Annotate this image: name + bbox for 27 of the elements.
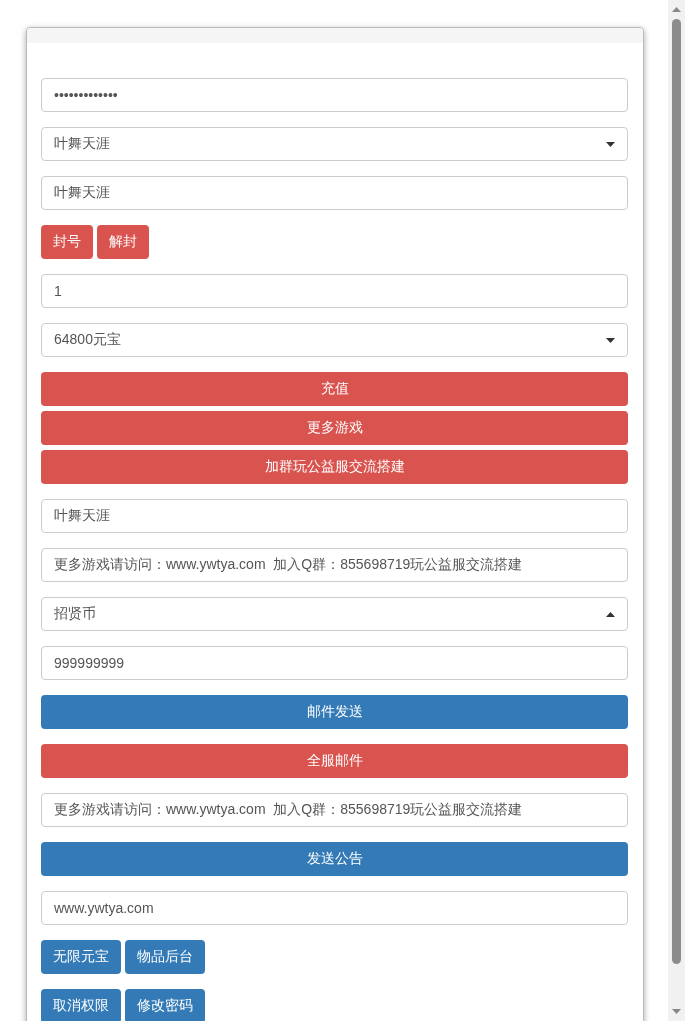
action-button[interactable]: 邮件发送 <box>41 695 628 729</box>
scroll-up-icon[interactable] <box>672 7 681 12</box>
action-button[interactable]: 修改密码 <box>125 989 205 1021</box>
select-field[interactable]: 叶舞天涯 <box>41 127 628 161</box>
action-button[interactable]: 充值 <box>41 372 628 406</box>
action-button[interactable]: 取消权限 <box>41 989 121 1021</box>
input-field[interactable]: 999999999 <box>41 646 628 680</box>
scroll-down-icon[interactable] <box>672 1009 681 1014</box>
action-button[interactable]: 全服邮件 <box>41 744 628 778</box>
input-field[interactable]: www.ywtya.com <box>41 891 628 925</box>
scrollbar[interactable] <box>668 0 685 1021</box>
action-button[interactable]: 发送公告 <box>41 842 628 876</box>
input-field[interactable]: 更多游戏请访问：www.ywtya.com 加入Q群：855698719玩公益服交流搭建 <box>41 793 628 827</box>
action-button[interactable]: 解封 <box>97 225 149 259</box>
input-field[interactable]: 叶舞天涯 <box>41 499 628 533</box>
scroll-thumb[interactable] <box>672 19 681 964</box>
input-field[interactable]: 叶舞天涯 <box>41 176 628 210</box>
input-field[interactable]: ••••••••••••• <box>41 78 628 112</box>
action-button[interactable]: 封号 <box>41 225 93 259</box>
select-field[interactable]: 64800元宝 <box>41 323 628 357</box>
input-field[interactable]: 更多游戏请访问：www.ywtya.com 加入Q群：855698719玩公益服交流搭建 <box>41 548 628 582</box>
action-button[interactable]: 加群玩公益服交流搭建 <box>41 450 628 484</box>
action-button[interactable]: 更多游戏 <box>41 411 628 445</box>
input-field[interactable]: 1 <box>41 274 628 308</box>
action-button[interactable]: 无限元宝 <box>41 940 121 974</box>
select-field[interactable]: 招贤币 <box>41 597 628 631</box>
action-button[interactable]: 物品后台 <box>125 940 205 974</box>
